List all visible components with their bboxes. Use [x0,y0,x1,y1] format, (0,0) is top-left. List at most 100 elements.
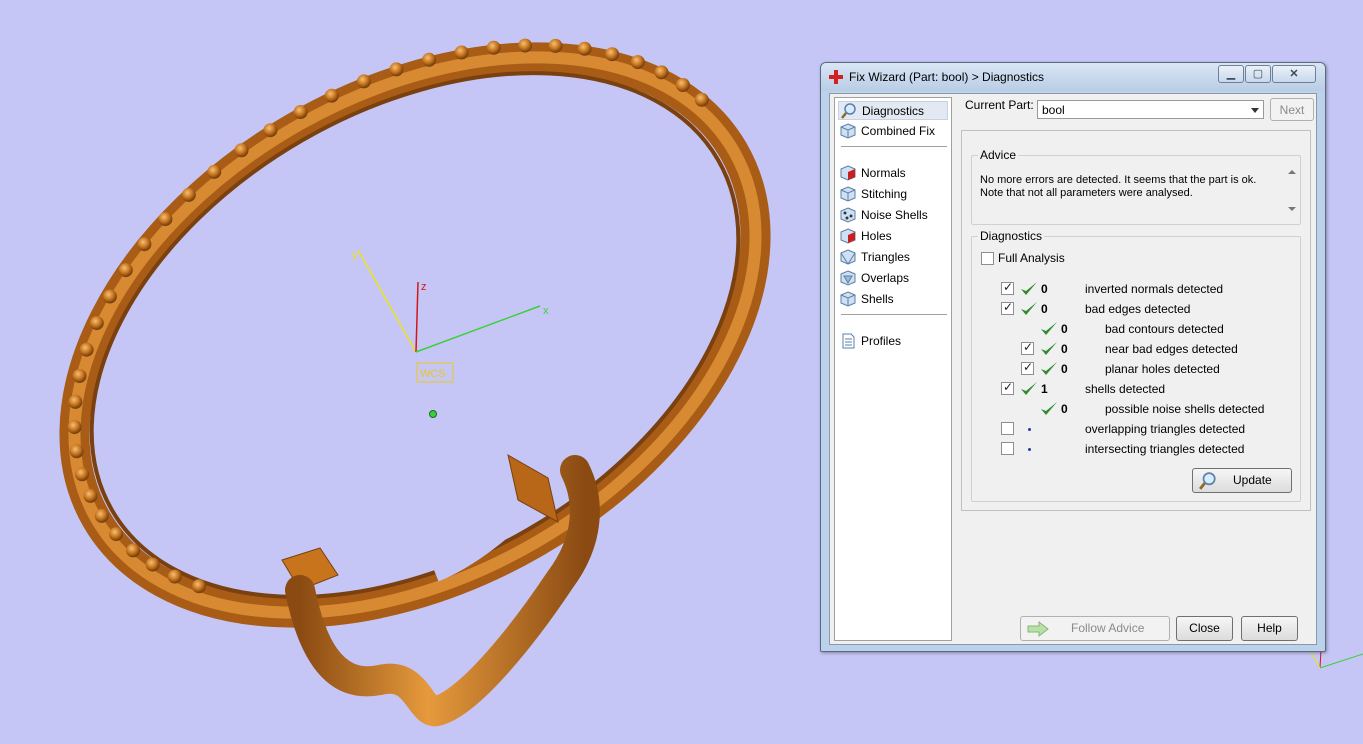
diagnostic-text: bad edges detected [1085,302,1191,316]
scroll-down-icon[interactable] [1288,207,1296,211]
bead [518,38,533,53]
diagnostics-group: Diagnostics Full Analysis 0 inverted norm… [971,229,1301,502]
magnifier-icon [1199,472,1216,490]
diagnostic-text: bad contours detected [1105,322,1224,336]
magnifier-icon [841,103,856,119]
bead [181,187,196,202]
bead [192,579,206,594]
bead [89,316,104,331]
bead [75,467,90,482]
bead [102,289,117,304]
stitching-cube-icon [840,186,856,202]
bead [118,263,133,278]
noise-shells-icon [840,207,856,223]
bead [207,164,222,179]
minimize-button[interactable]: ▁ [1218,65,1244,83]
nav-item-stitching[interactable]: Stitching [838,185,948,204]
full-analysis-label: Full Analysis [998,251,1065,265]
advice-text: No more errors are detected. It seems th… [980,174,1284,214]
diagnostic-checkbox[interactable] [1001,380,1014,395]
bead [630,55,645,70]
close-button[interactable]: Close [1176,616,1233,641]
advice-scrollbar[interactable] [1286,168,1298,216]
nav-item-normals[interactable]: Normals [838,164,948,183]
diagnostic-text: planar holes detected [1105,362,1220,376]
bead [605,47,620,62]
green-check-icon [1041,362,1057,375]
nav-item-triangles[interactable]: Triangles [838,248,948,267]
bead [675,78,690,92]
nav-item-shells[interactable]: Shells [838,290,948,309]
nav-item-diagnostics[interactable]: Diagnostics [838,101,948,120]
nav-label: Profiles [861,334,902,348]
chevron-down-icon [1251,108,1259,113]
follow-advice-label: Follow Advice [1071,621,1145,635]
diagnostic-count: 0 [1041,282,1048,296]
title-bar[interactable]: Fix Wizard (Part: bool) > Diagnostics ▁ … [821,63,1325,91]
green-check-icon [1041,322,1057,335]
bead [293,105,308,119]
diagnostic-checkbox[interactable] [1001,422,1014,435]
green-check-icon [1021,302,1037,315]
fix-nav-list: Diagnostics Combined Fix Normals Stitchi… [834,97,952,641]
cube-icon [840,123,856,139]
diagnostic-count: 0 [1061,342,1068,356]
bead-row [67,38,709,594]
diagnostic-checkbox[interactable] [1001,300,1014,315]
update-label: Update [1233,473,1272,487]
diagnostics-panel: Advice No more errors are detected. It s… [961,130,1311,511]
arrow-right-icon [1027,621,1049,637]
nav-item-combined-fix[interactable]: Combined Fix [838,122,948,141]
green-check-icon [1021,382,1037,395]
bead [694,92,709,107]
bead [137,237,152,252]
dialog-client: Diagnostics Combined Fix Normals Stitchi… [829,93,1317,645]
nav-item-overlaps[interactable]: Overlaps [838,269,948,288]
update-button[interactable]: Update [1192,468,1292,493]
bead [145,557,160,572]
nav-label: Combined Fix [861,124,936,138]
wcs-label: WCS [420,368,446,380]
overlaps-cube-icon [840,270,856,286]
close-window-button[interactable]: ✕ [1272,65,1316,83]
axis-y-label: y [352,249,358,261]
diagnostic-checkbox[interactable] [1021,360,1034,375]
advice-line-2: Note that not all parameters were analys… [980,187,1193,199]
window-title: Fix Wizard (Part: bool) > Diagnostics [849,70,1045,84]
nav-label: Stitching [861,187,908,201]
bead [72,369,87,383]
axis-x-label: x [543,305,549,317]
bead [422,52,437,67]
nav-divider [841,146,947,147]
diagnostic-text: possible noise shells detected [1105,402,1265,416]
nav-label: Normals [861,166,906,180]
diagnostic-text: overlapping triangles detected [1085,422,1246,436]
status-unknown-dot [1028,428,1031,431]
diagnostic-checkbox[interactable] [1001,280,1014,295]
diagnostic-checkbox[interactable] [1021,340,1034,355]
nav-label: Noise Shells [861,208,928,222]
bead [548,38,563,53]
diagnostic-checkbox[interactable] [1001,442,1014,455]
follow-advice-button[interactable]: Follow Advice [1020,616,1170,641]
advice-line-1: No more errors are detected. It seems th… [980,174,1257,186]
bead [158,212,173,227]
nav-item-profiles[interactable]: Profiles [838,332,948,351]
nav-label: Shells [861,292,894,306]
bead [389,62,404,77]
diagnostic-text: shells detected [1085,382,1166,396]
nav-item-noise-shells[interactable]: Noise Shells [838,206,948,225]
bead [454,45,469,60]
current-part-select[interactable]: bool [1037,100,1264,119]
maximize-button[interactable]: ▢ [1245,65,1271,83]
bead [126,543,141,558]
help-button[interactable]: Help [1241,616,1298,641]
full-analysis-checkbox[interactable] [981,252,994,265]
advice-group: Advice No more errors are detected. It s… [971,148,1301,225]
nav-item-holes[interactable]: Holes [838,227,948,246]
document-icon [842,333,855,349]
bead [67,420,82,435]
next-button[interactable]: Next [1270,98,1314,121]
scroll-up-icon[interactable] [1288,170,1296,174]
nav-label: Overlaps [861,271,910,285]
